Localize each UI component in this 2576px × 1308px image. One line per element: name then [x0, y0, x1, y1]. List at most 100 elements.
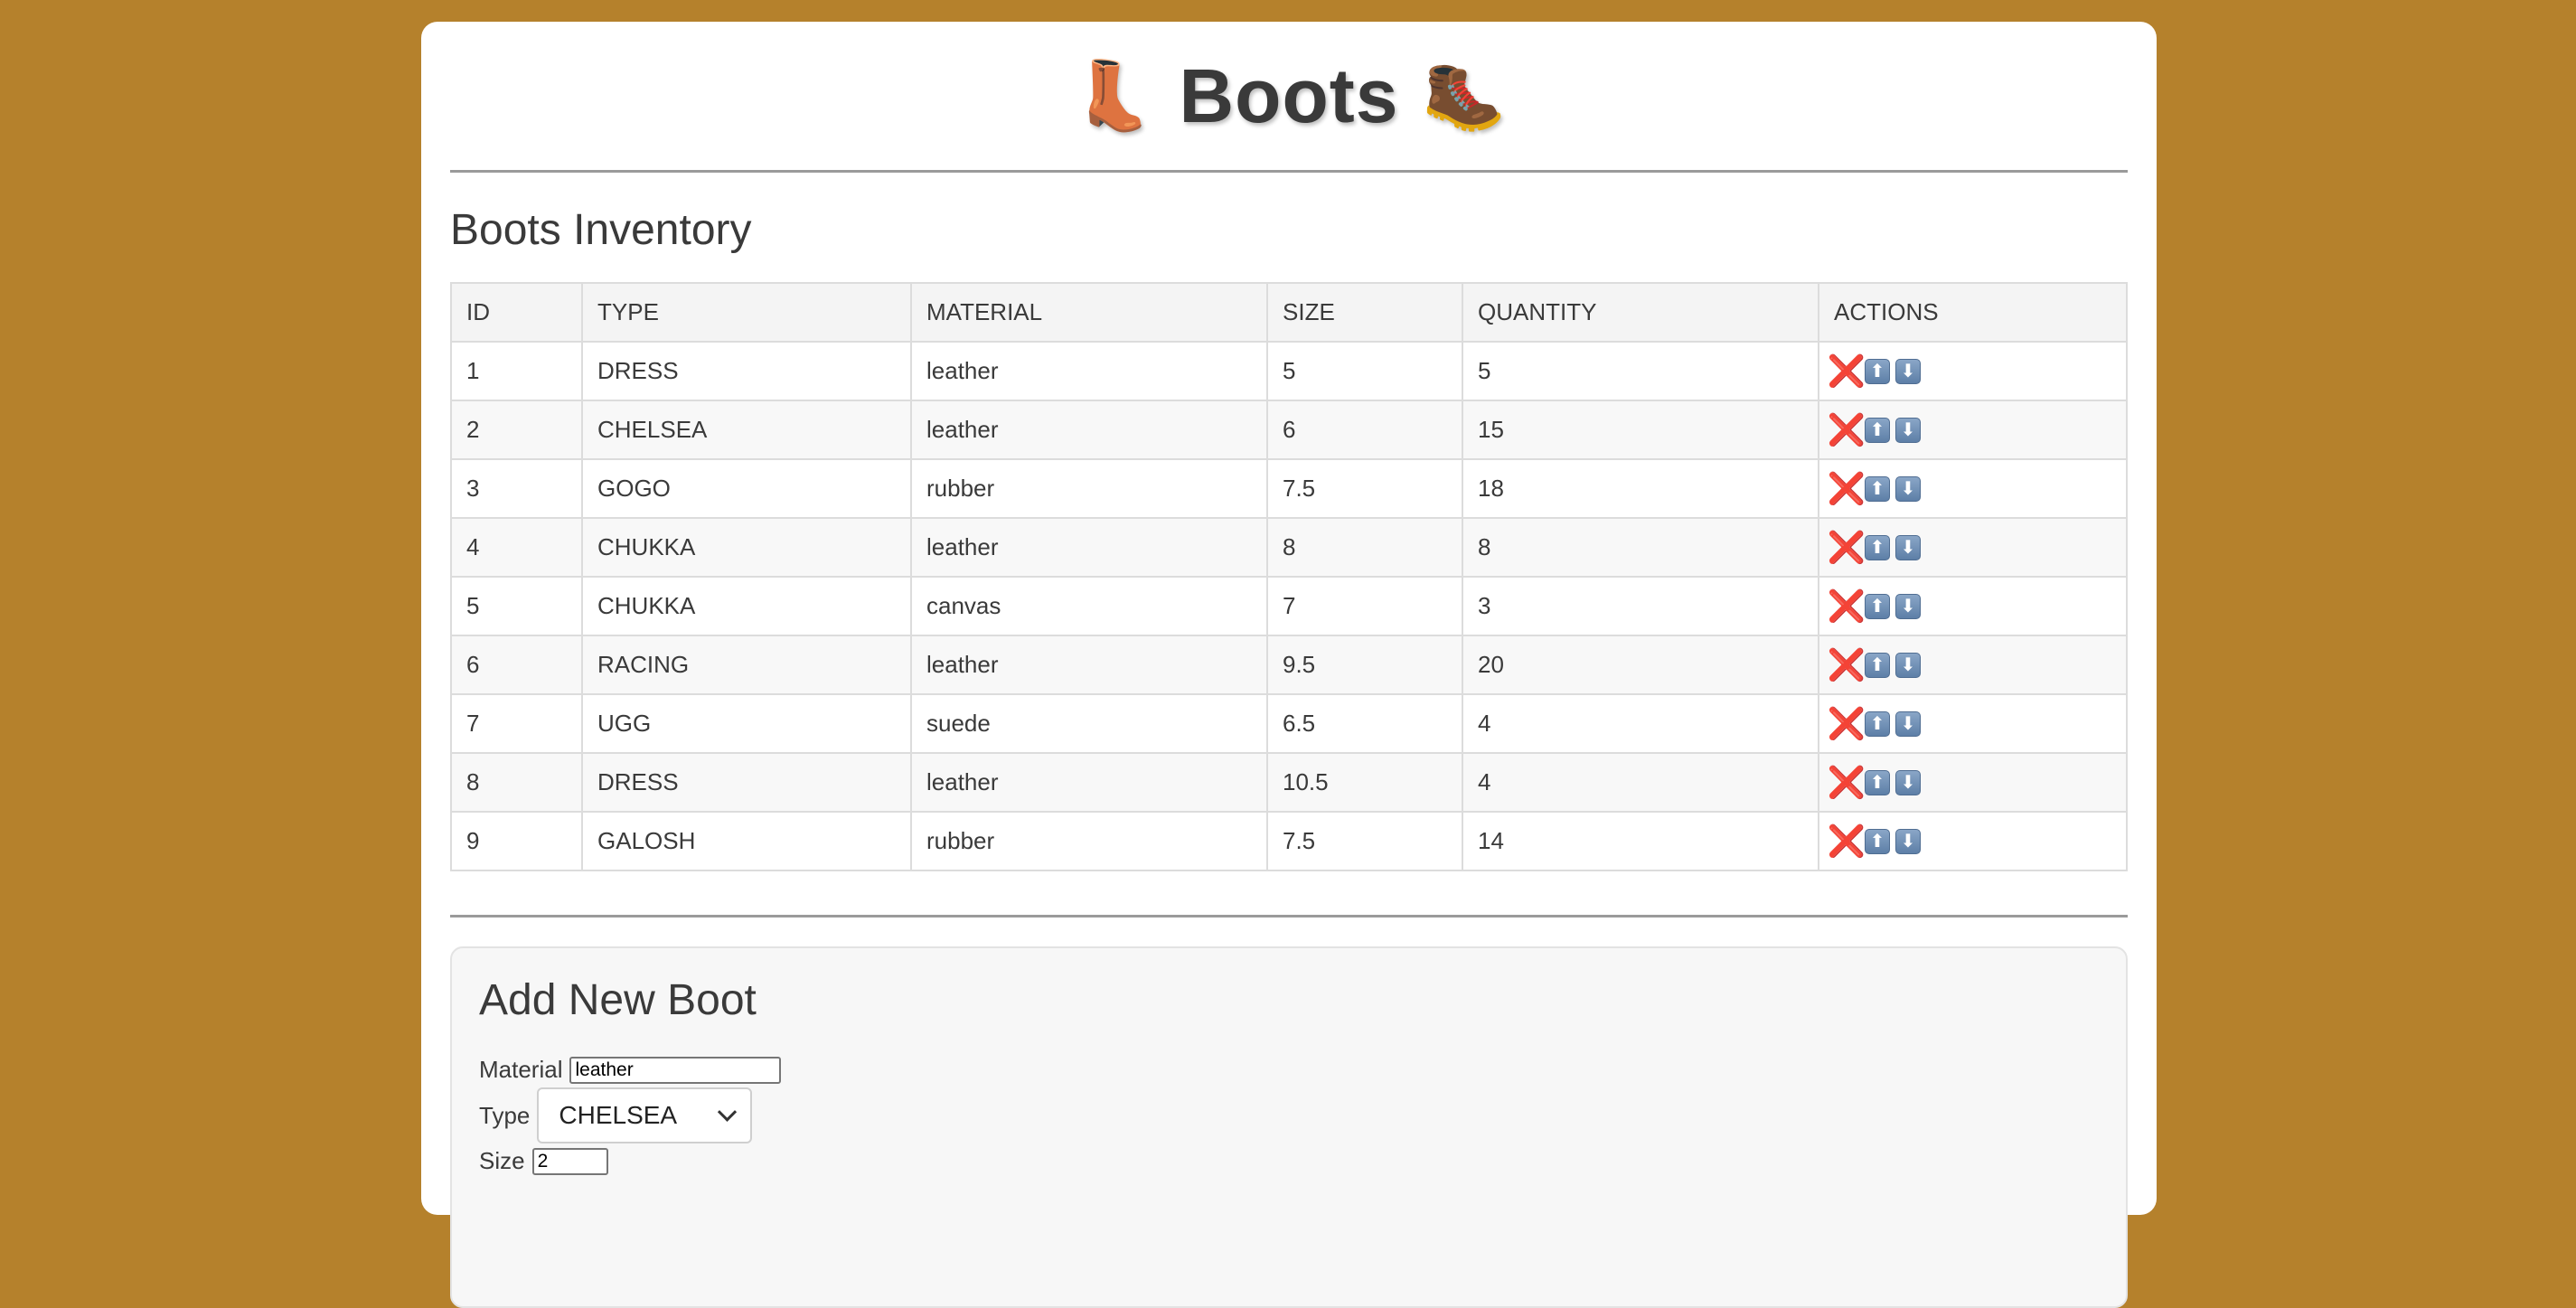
increase-quantity-button[interactable]: ⬆	[1865, 769, 1890, 795]
delete-button[interactable]: ❌	[1828, 709, 1866, 739]
delete-button[interactable]: ❌	[1828, 532, 1866, 563]
row-actions: ❌ ⬆ ⬇	[1828, 591, 2111, 622]
row-actions: ❌ ⬆ ⬇	[1828, 650, 2111, 681]
cowboy-boot-icon: 👢	[1071, 57, 1156, 133]
delete-button[interactable]: ❌	[1828, 767, 1866, 798]
chevron-down-icon	[718, 1102, 738, 1122]
delete-button[interactable]: ❌	[1828, 356, 1866, 387]
material-label: Material	[479, 1056, 563, 1083]
inventory-title: Boots Inventory	[450, 206, 752, 254]
increase-quantity-button[interactable]: ⬆	[1865, 652, 1890, 678]
cell-size: 5	[1266, 341, 1463, 401]
delete-button[interactable]: ❌	[1828, 591, 1866, 622]
cell-material: leather	[910, 517, 1268, 578]
decrease-quantity-button[interactable]: ⬇	[1895, 534, 1921, 560]
cell-size: 6	[1266, 400, 1463, 460]
cell-size: 10.5	[1266, 752, 1463, 813]
row-actions: ❌ ⬆ ⬇	[1828, 356, 2111, 387]
cell-id: 3	[450, 458, 583, 519]
cell-quantity: 20	[1462, 635, 1819, 695]
cell-type: DRESS	[581, 341, 912, 401]
increase-quantity-button[interactable]: ⬆	[1865, 534, 1890, 560]
row-actions: ❌ ⬆ ⬇	[1828, 709, 2111, 739]
decrease-quantity-button[interactable]: ⬇	[1895, 769, 1921, 795]
cell-quantity: 4	[1462, 752, 1819, 813]
cell-size: 7.5	[1266, 458, 1463, 519]
cell-type: CHELSEA	[581, 400, 912, 460]
size-row: Size	[479, 1147, 2099, 1175]
cell-id: 9	[450, 811, 583, 871]
column-header-material: MATERIAL	[910, 282, 1268, 343]
cell-material: canvas	[910, 576, 1268, 636]
material-input[interactable]	[569, 1056, 782, 1084]
increase-quantity-button[interactable]: ⬆	[1865, 475, 1890, 502]
add-boot-form: Add New Boot Material Type CHELSEA Size	[450, 946, 2128, 1308]
table-row: 1 DRESS leather 5 5 ❌ ⬆ ⬇	[450, 341, 2128, 401]
cell-actions: ❌ ⬆ ⬇	[1818, 635, 2128, 695]
inventory-body: 1 DRESS leather 5 5 ❌ ⬆ ⬇ 2 CHELSEA leather 6 15 ❌ ⬆ ⬇ 3…	[450, 341, 2128, 871]
cell-id: 7	[450, 693, 583, 754]
delete-button[interactable]: ❌	[1828, 415, 1866, 446]
increase-quantity-button[interactable]: ⬆	[1865, 593, 1890, 619]
increase-quantity-button[interactable]: ⬆	[1865, 358, 1890, 384]
cell-id: 6	[450, 635, 583, 695]
decrease-quantity-button[interactable]: ⬇	[1895, 593, 1921, 619]
form-divider	[450, 915, 2128, 917]
increase-quantity-button[interactable]: ⬆	[1865, 417, 1890, 443]
cell-size: 9.5	[1266, 635, 1463, 695]
cell-actions: ❌ ⬆ ⬇	[1818, 517, 2128, 578]
table-row: 3 GOGO rubber 7.5 18 ❌ ⬆ ⬇	[450, 458, 2128, 519]
inventory-table: ID TYPE MATERIAL SIZE QUANTITY ACTIONS 1…	[450, 282, 2128, 871]
decrease-quantity-button[interactable]: ⬇	[1895, 475, 1921, 502]
row-actions: ❌ ⬆ ⬇	[1828, 532, 2111, 563]
delete-button[interactable]: ❌	[1828, 474, 1866, 504]
cell-size: 6.5	[1266, 693, 1463, 754]
size-label: Size	[479, 1147, 525, 1174]
decrease-quantity-button[interactable]: ⬇	[1895, 358, 1921, 384]
page-title-text: Boots	[1179, 52, 1399, 138]
cell-material: leather	[910, 635, 1268, 695]
delete-button[interactable]: ❌	[1828, 650, 1866, 681]
table-row: 2 CHELSEA leather 6 15 ❌ ⬆ ⬇	[450, 400, 2128, 460]
cell-type: CHUKKA	[581, 517, 912, 578]
table-header-row: ID TYPE MATERIAL SIZE QUANTITY ACTIONS	[450, 282, 2128, 343]
row-actions: ❌ ⬆ ⬇	[1828, 474, 2111, 504]
cell-type: CHUKKA	[581, 576, 912, 636]
table-row: 7 UGG suede 6.5 4 ❌ ⬆ ⬇	[450, 693, 2128, 754]
increase-quantity-button[interactable]: ⬆	[1865, 710, 1890, 737]
cell-actions: ❌ ⬆ ⬇	[1818, 693, 2128, 754]
material-row: Material	[479, 1056, 2099, 1084]
form-title: Add New Boot	[479, 976, 757, 1024]
decrease-quantity-button[interactable]: ⬇	[1895, 710, 1921, 737]
cell-actions: ❌ ⬆ ⬇	[1818, 400, 2128, 460]
cell-quantity: 3	[1462, 576, 1819, 636]
increase-quantity-button[interactable]: ⬆	[1865, 828, 1890, 854]
column-header-actions: ACTIONS	[1818, 282, 2128, 343]
cell-quantity: 15	[1462, 400, 1819, 460]
cell-actions: ❌ ⬆ ⬇	[1818, 576, 2128, 636]
cell-material: leather	[910, 341, 1268, 401]
type-select[interactable]: CHELSEA	[537, 1087, 753, 1143]
cell-id: 4	[450, 517, 583, 578]
cell-id: 5	[450, 576, 583, 636]
cell-id: 1	[450, 341, 583, 401]
cell-id: 8	[450, 752, 583, 813]
cell-actions: ❌ ⬆ ⬇	[1818, 811, 2128, 871]
cell-type: GOGO	[581, 458, 912, 519]
type-row: Type CHELSEA	[479, 1087, 2099, 1143]
decrease-quantity-button[interactable]: ⬇	[1895, 417, 1921, 443]
row-actions: ❌ ⬆ ⬇	[1828, 826, 2111, 857]
cell-quantity: 4	[1462, 693, 1819, 754]
decrease-quantity-button[interactable]: ⬇	[1895, 652, 1921, 678]
table-row: 6 RACING leather 9.5 20 ❌ ⬆ ⬇	[450, 635, 2128, 695]
cell-material: leather	[910, 752, 1268, 813]
cell-size: 7	[1266, 576, 1463, 636]
delete-button[interactable]: ❌	[1828, 826, 1866, 857]
cell-quantity: 8	[1462, 517, 1819, 578]
table-row: 5 CHUKKA canvas 7 3 ❌ ⬆ ⬇	[450, 576, 2128, 636]
size-input[interactable]	[531, 1147, 608, 1175]
cell-type: DRESS	[581, 752, 912, 813]
column-header-size: SIZE	[1266, 282, 1463, 343]
table-row: 4 CHUKKA leather 8 8 ❌ ⬆ ⬇	[450, 517, 2128, 578]
decrease-quantity-button[interactable]: ⬇	[1895, 828, 1921, 854]
